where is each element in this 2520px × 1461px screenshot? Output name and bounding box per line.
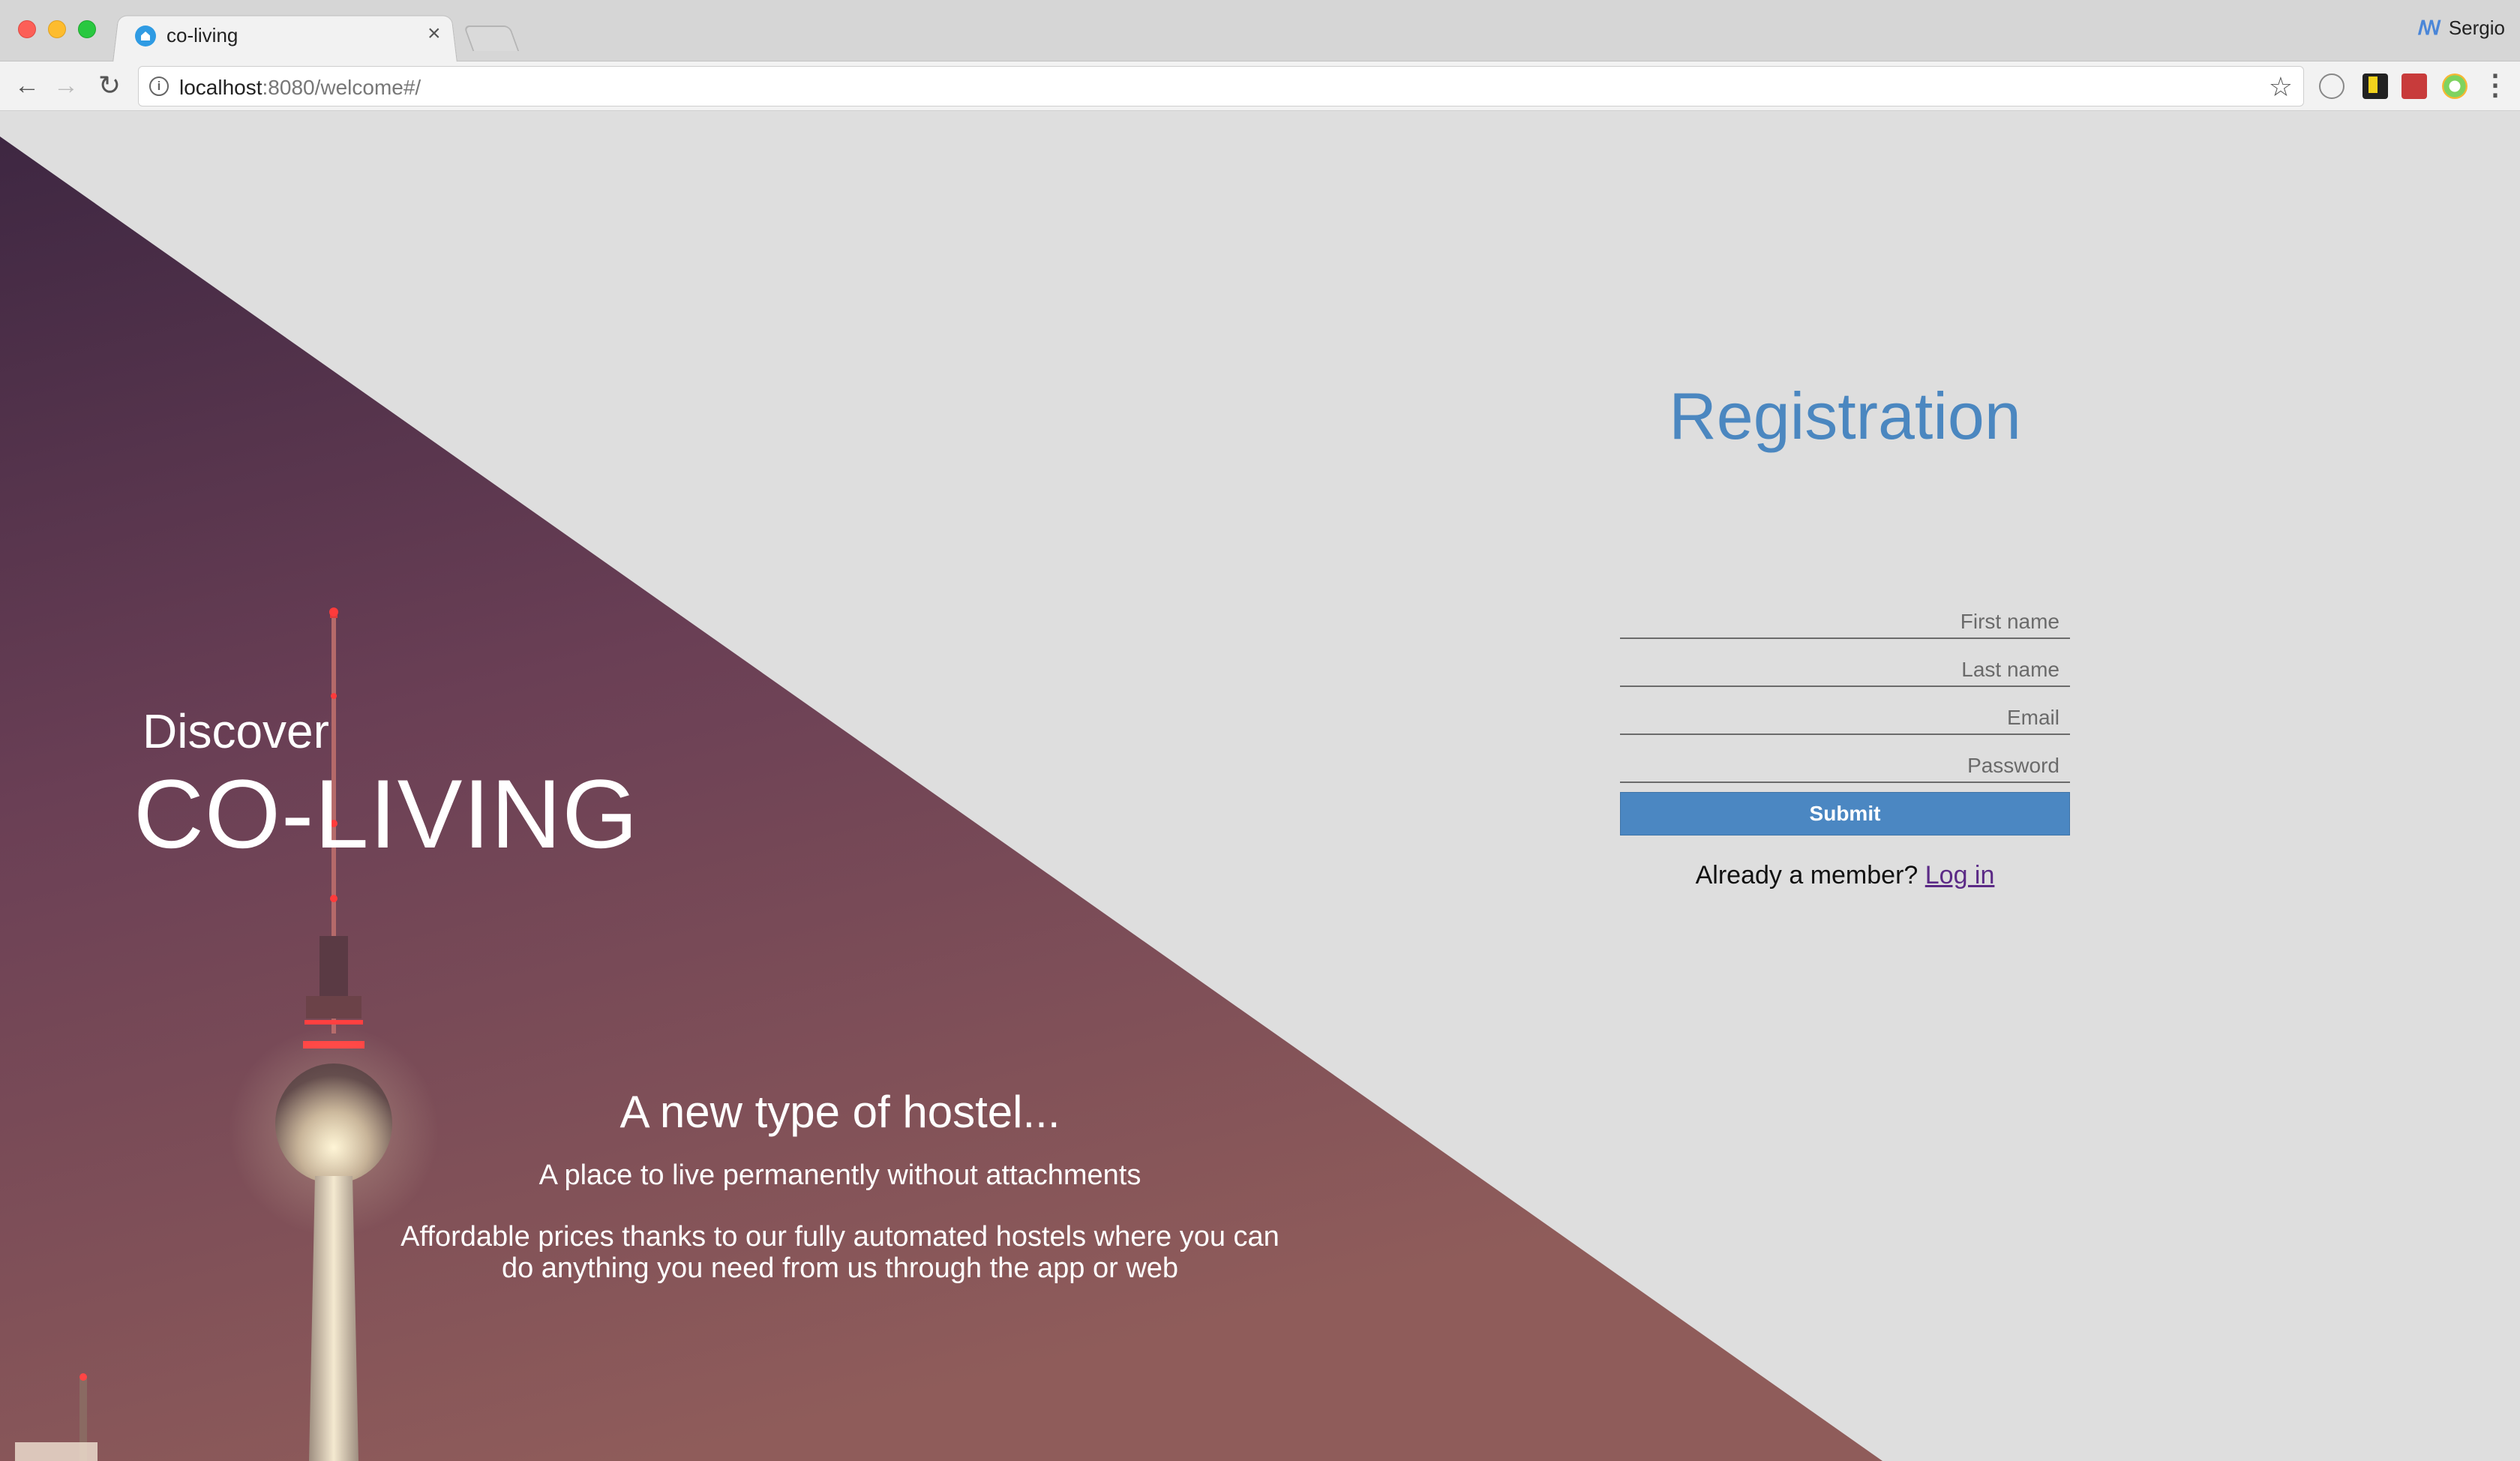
- url-path: :8080/welcome#/: [262, 76, 422, 99]
- hero-subtitle: A place to live permanently without atta…: [538, 1160, 1142, 1191]
- profile-name: Sergio: [2448, 16, 2505, 39]
- url-text[interactable]: localhost:8080/welcome#/: [179, 76, 421, 100]
- url-host: localhost: [179, 76, 262, 99]
- forward-arrow-icon[interactable]: →: [50, 69, 82, 102]
- extension-circle-icon[interactable]: [2319, 74, 2344, 99]
- registration-title: Registration: [1669, 379, 2021, 453]
- hero-title: CO-LIVING: [134, 759, 639, 868]
- hero-tagline: A new type of hostel...: [620, 1087, 1060, 1137]
- page-content: Discover CO-LIVING A new type of hostel.…: [0, 111, 2520, 1461]
- home-favicon-icon: [135, 26, 156, 46]
- password-field[interactable]: [1620, 736, 2070, 783]
- profile-button[interactable]: ꟿ Sergio: [2418, 16, 2505, 40]
- address-bar[interactable]: i localhost:8080/welcome#/ ☆: [138, 66, 2304, 106]
- reload-icon[interactable]: ↻: [93, 69, 126, 102]
- more-vert-icon[interactable]: ⋮: [2481, 69, 2510, 102]
- browser-toolbar: ← → ↻ i localhost:8080/welcome#/ ☆ ⋮: [0, 62, 2520, 111]
- login-prompt: Already a member? Log in: [1620, 861, 2070, 890]
- info-icon[interactable]: i: [149, 76, 169, 96]
- browser-tab-bar: co-living × ꟿ Sergio: [0, 0, 2520, 63]
- first-name-field[interactable]: [1620, 592, 2070, 639]
- profile-icon: ꟿ: [2417, 16, 2441, 39]
- star-icon[interactable]: ☆: [2269, 71, 2293, 103]
- submit-button[interactable]: Submit: [1620, 792, 2070, 836]
- tab-close-icon[interactable]: ×: [428, 21, 441, 46]
- back-arrow-icon[interactable]: ←: [10, 69, 44, 102]
- close-window-button[interactable]: [18, 20, 36, 38]
- browser-tab[interactable]: co-living ×: [120, 16, 450, 60]
- tab-title: co-living: [166, 24, 238, 46]
- hero-discover-text: Discover: [142, 704, 329, 758]
- extension-red-icon[interactable]: [2402, 74, 2427, 99]
- last-name-field[interactable]: [1620, 640, 2070, 687]
- email-field[interactable]: [1620, 688, 2070, 735]
- login-link[interactable]: Log in: [1925, 861, 1995, 890]
- extension-color-icon[interactable]: [2442, 74, 2468, 99]
- maximize-window-button[interactable]: [78, 20, 96, 38]
- minimize-window-button[interactable]: [48, 20, 66, 38]
- extension-battery-icon[interactable]: [2362, 74, 2388, 99]
- member-prompt-text: Already a member?: [1695, 861, 1918, 890]
- new-tab-button[interactable]: [463, 26, 520, 51]
- hero-description: Affordable prices thanks to our fully au…: [400, 1221, 1280, 1284]
